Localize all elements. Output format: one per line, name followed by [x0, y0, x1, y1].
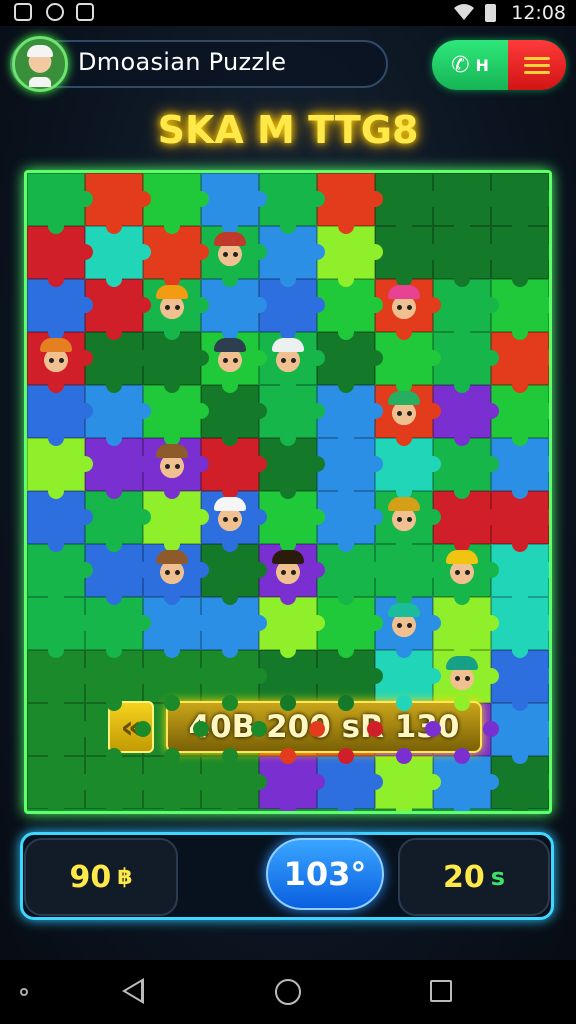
character-piece[interactable]	[382, 601, 426, 645]
phone-icon: ✆	[451, 52, 470, 78]
call-button[interactable]: ✆ H	[432, 40, 508, 90]
call-button-label: H	[475, 55, 489, 75]
wifi-icon	[454, 4, 474, 20]
character-piece[interactable]	[440, 548, 484, 592]
character-piece[interactable]	[382, 283, 426, 327]
character-piece[interactable]	[208, 495, 252, 539]
score-box[interactable]: 90 ฿	[24, 838, 178, 916]
puzzle-piece[interactable]	[317, 173, 383, 234]
character-piece[interactable]	[266, 548, 310, 592]
timer-box[interactable]: 20 s	[398, 838, 550, 916]
hamburger-menu-icon	[524, 53, 550, 78]
character-piece[interactable]	[208, 230, 252, 274]
status-bar: 12:08	[0, 0, 576, 26]
home-icon[interactable]	[275, 979, 301, 1005]
level-title: SKA M TTG8	[157, 108, 419, 152]
puzzle-piece[interactable]	[259, 173, 325, 234]
level-indicator-button[interactable]: 103°	[266, 838, 384, 910]
recent-apps-icon[interactable]	[430, 980, 452, 1002]
sync-icon	[46, 3, 64, 21]
score-value: 90	[69, 859, 112, 895]
clock: 12:08	[511, 2, 566, 24]
character-piece[interactable]	[440, 654, 484, 698]
puzzle-piece[interactable]	[375, 173, 441, 234]
character-piece[interactable]	[150, 442, 194, 486]
download-icon	[76, 3, 94, 21]
character-piece[interactable]	[208, 336, 252, 380]
menu-dot-icon[interactable]	[20, 988, 28, 996]
character-piece[interactable]	[382, 389, 426, 433]
puzzle-piece[interactable]	[491, 173, 549, 234]
battery-icon	[485, 4, 496, 22]
character-piece[interactable]	[266, 336, 310, 380]
puzzle-piece[interactable]	[27, 173, 93, 234]
avatar[interactable]	[12, 36, 68, 92]
level-indicator-value: 103°	[283, 855, 367, 893]
notification-icon	[14, 3, 32, 21]
character-piece[interactable]	[150, 283, 194, 327]
character-piece[interactable]	[382, 495, 426, 539]
puzzle-piece[interactable]	[143, 173, 209, 234]
character-piece[interactable]	[34, 336, 78, 380]
puzzle-piece[interactable]	[201, 173, 267, 234]
system-nav-bar	[0, 960, 576, 1024]
character-piece[interactable]	[150, 548, 194, 592]
top-buttons: ✆ H	[432, 40, 566, 90]
puzzle-piece[interactable]	[433, 173, 499, 234]
timer-value: 20	[442, 859, 485, 895]
app-title: Dmoasian Puzzle	[78, 48, 287, 76]
score-unit: ฿	[117, 864, 133, 890]
timer-unit: s	[490, 863, 506, 891]
puzzle-piece[interactable]	[85, 173, 151, 234]
menu-button[interactable]	[508, 40, 566, 90]
